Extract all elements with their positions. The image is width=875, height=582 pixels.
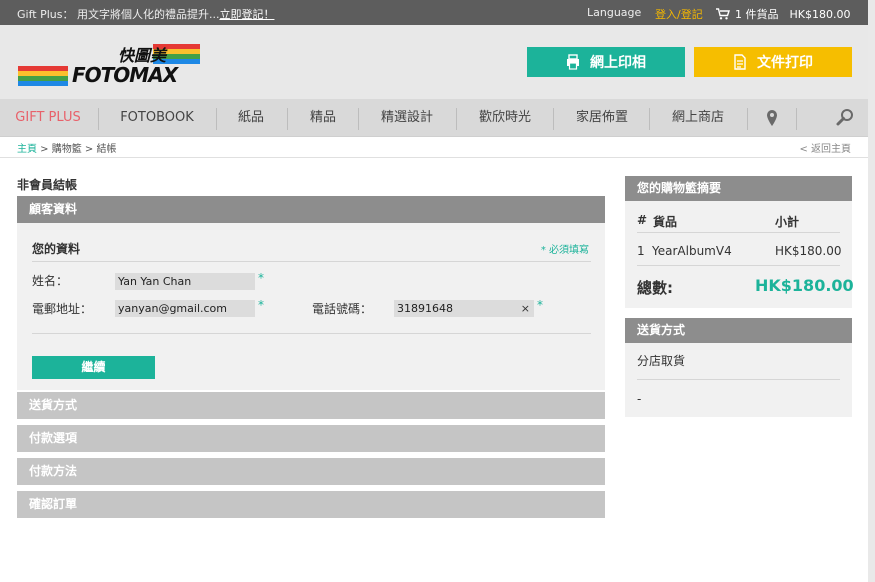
cart-icon	[716, 8, 730, 20]
required-star: *	[258, 271, 264, 285]
delivery-summary-header: 送貨方式	[625, 318, 852, 343]
document-print-button[interactable]: 文件打印	[694, 47, 852, 77]
required-note: * 必須填寫	[540, 245, 589, 256]
fotomax-logo[interactable]: 快圖美 FOTOMAX	[18, 42, 203, 90]
nav-divider	[796, 108, 797, 130]
promo-text: Gift Plus： 用文字將個人化的禮品提升...	[17, 8, 220, 21]
breadcrumb: 主頁 > 購物籃 > 結帳	[17, 140, 117, 155]
phone-input[interactable]: 31891648 ×	[394, 300, 534, 317]
your-info-heading: 您的資料	[32, 242, 81, 256]
cart-total: HK$180.00	[789, 7, 851, 21]
page-title: 非會員結帳	[17, 178, 78, 192]
breadcrumb-cart[interactable]: 購物籃	[52, 144, 82, 155]
total-label: 總數:	[637, 279, 673, 297]
breadcrumb-home[interactable]: 主頁	[17, 144, 37, 155]
nav-item-gift-plus[interactable]: GIFT PLUS	[14, 99, 82, 137]
location-pin-icon[interactable]	[762, 108, 782, 128]
nav-item-happy-times[interactable]: 歡欣時光	[468, 99, 542, 137]
nav-item-selected-designs[interactable]: 精選設計	[370, 99, 444, 137]
search-icon[interactable]	[835, 108, 855, 128]
breadcrumb-separator: >	[81, 144, 97, 155]
nav-item-paper[interactable]: 紙品	[228, 99, 274, 137]
nav-divider	[649, 108, 650, 130]
nav-divider	[553, 108, 554, 130]
promo-register-link[interactable]: 立即登記！	[219, 8, 274, 21]
cart-summary-link[interactable]: 1 件貨品 HK$180.00	[716, 6, 850, 22]
nav-item-gifts[interactable]: 精品	[300, 99, 346, 137]
divider	[32, 261, 591, 262]
row-item-name: YearAlbumV4	[652, 244, 732, 258]
email-label: 電郵地址：	[32, 302, 93, 316]
breadcrumb-current: 結帳	[96, 144, 117, 155]
main-nav: GIFT PLUS FOTOBOOK 紙品 精品 精選設計 歡欣時光 家居佈置 …	[0, 99, 868, 137]
login-register-link[interactable]: 登入/登記	[655, 6, 703, 22]
divider	[32, 333, 591, 334]
column-subtotal: 小計	[775, 215, 800, 229]
section-confirm-order[interactable]: 確認訂單	[17, 491, 605, 518]
delivery-method-value: 分店取貨	[637, 354, 686, 368]
divider	[637, 232, 840, 233]
logo-brand-text: FOTOMAX	[72, 63, 178, 87]
top-bar: Gift Plus： 用文字將個人化的禮品提升...立即登記！ Language…	[0, 0, 868, 25]
nav-divider	[287, 108, 288, 130]
divider	[0, 157, 868, 158]
clear-input-icon[interactable]: ×	[521, 300, 530, 317]
name-label: 姓名：	[32, 274, 69, 288]
row-subtotal: HK$180.00	[775, 244, 842, 258]
online-photo-print-button[interactable]: 網上印相	[527, 47, 685, 77]
required-star: *	[537, 298, 543, 312]
divider	[637, 265, 840, 266]
nav-divider	[456, 108, 457, 130]
row-number: 1	[637, 244, 645, 258]
nav-divider	[98, 108, 99, 130]
delivery-summary-panel: 分店取貨 -	[625, 343, 852, 417]
promo-banner: Gift Plus： 用文字將個人化的禮品提升...立即登記！	[17, 6, 274, 22]
phone-label: 電話號碼：	[312, 302, 373, 316]
nav-divider	[358, 108, 359, 130]
nav-item-online-shop[interactable]: 網上商店	[661, 99, 735, 137]
cart-summary-header: 您的購物籃摘要	[625, 176, 852, 201]
column-item: 貨品	[653, 215, 678, 229]
cart-summary-panel: # 貨品 小計 1 YearAlbumV4 HK$180.00 總數: HK$1…	[625, 201, 854, 308]
section-delivery-method[interactable]: 送貨方式	[17, 392, 605, 419]
required-star: *	[258, 298, 264, 312]
document-print-label: 文件打印	[757, 55, 813, 71]
language-link[interactable]: Language	[587, 6, 641, 19]
cart-count: 1 件貨品	[735, 8, 779, 21]
section-payment-options[interactable]: 付款選項	[17, 425, 605, 452]
scrollbar[interactable]	[868, 0, 875, 582]
total-value: HK$180.00	[755, 276, 854, 295]
continue-button[interactable]: 繼續	[32, 356, 155, 379]
back-to-home-link[interactable]: < 返回主頁	[799, 140, 851, 155]
customer-info-section-header[interactable]: 顧客資料	[17, 196, 605, 223]
breadcrumb-separator: >	[37, 144, 52, 155]
document-icon	[734, 54, 746, 70]
nav-divider	[216, 108, 217, 130]
divider	[637, 379, 840, 380]
site-header: 快圖美 FOTOMAX 網上印相 文件打印	[0, 25, 868, 99]
phone-value: 31891648	[397, 302, 453, 315]
column-number: #	[637, 213, 648, 227]
nav-item-home-decor[interactable]: 家居佈置	[565, 99, 639, 137]
section-payment-method[interactable]: 付款方法	[17, 458, 605, 485]
email-input[interactable]: yanyan@gmail.com	[115, 300, 255, 317]
delivery-extra-value: -	[637, 392, 642, 406]
printer-icon	[567, 54, 579, 70]
nav-item-fotobook[interactable]: FOTOBOOK	[112, 99, 202, 137]
online-photo-print-label: 網上印相	[590, 55, 646, 71]
customer-info-form: 您的資料 * 必須填寫 姓名： Yan Yan Chan * 電郵地址： yan…	[17, 223, 605, 390]
name-input[interactable]: Yan Yan Chan	[115, 273, 255, 290]
nav-divider	[747, 108, 748, 130]
